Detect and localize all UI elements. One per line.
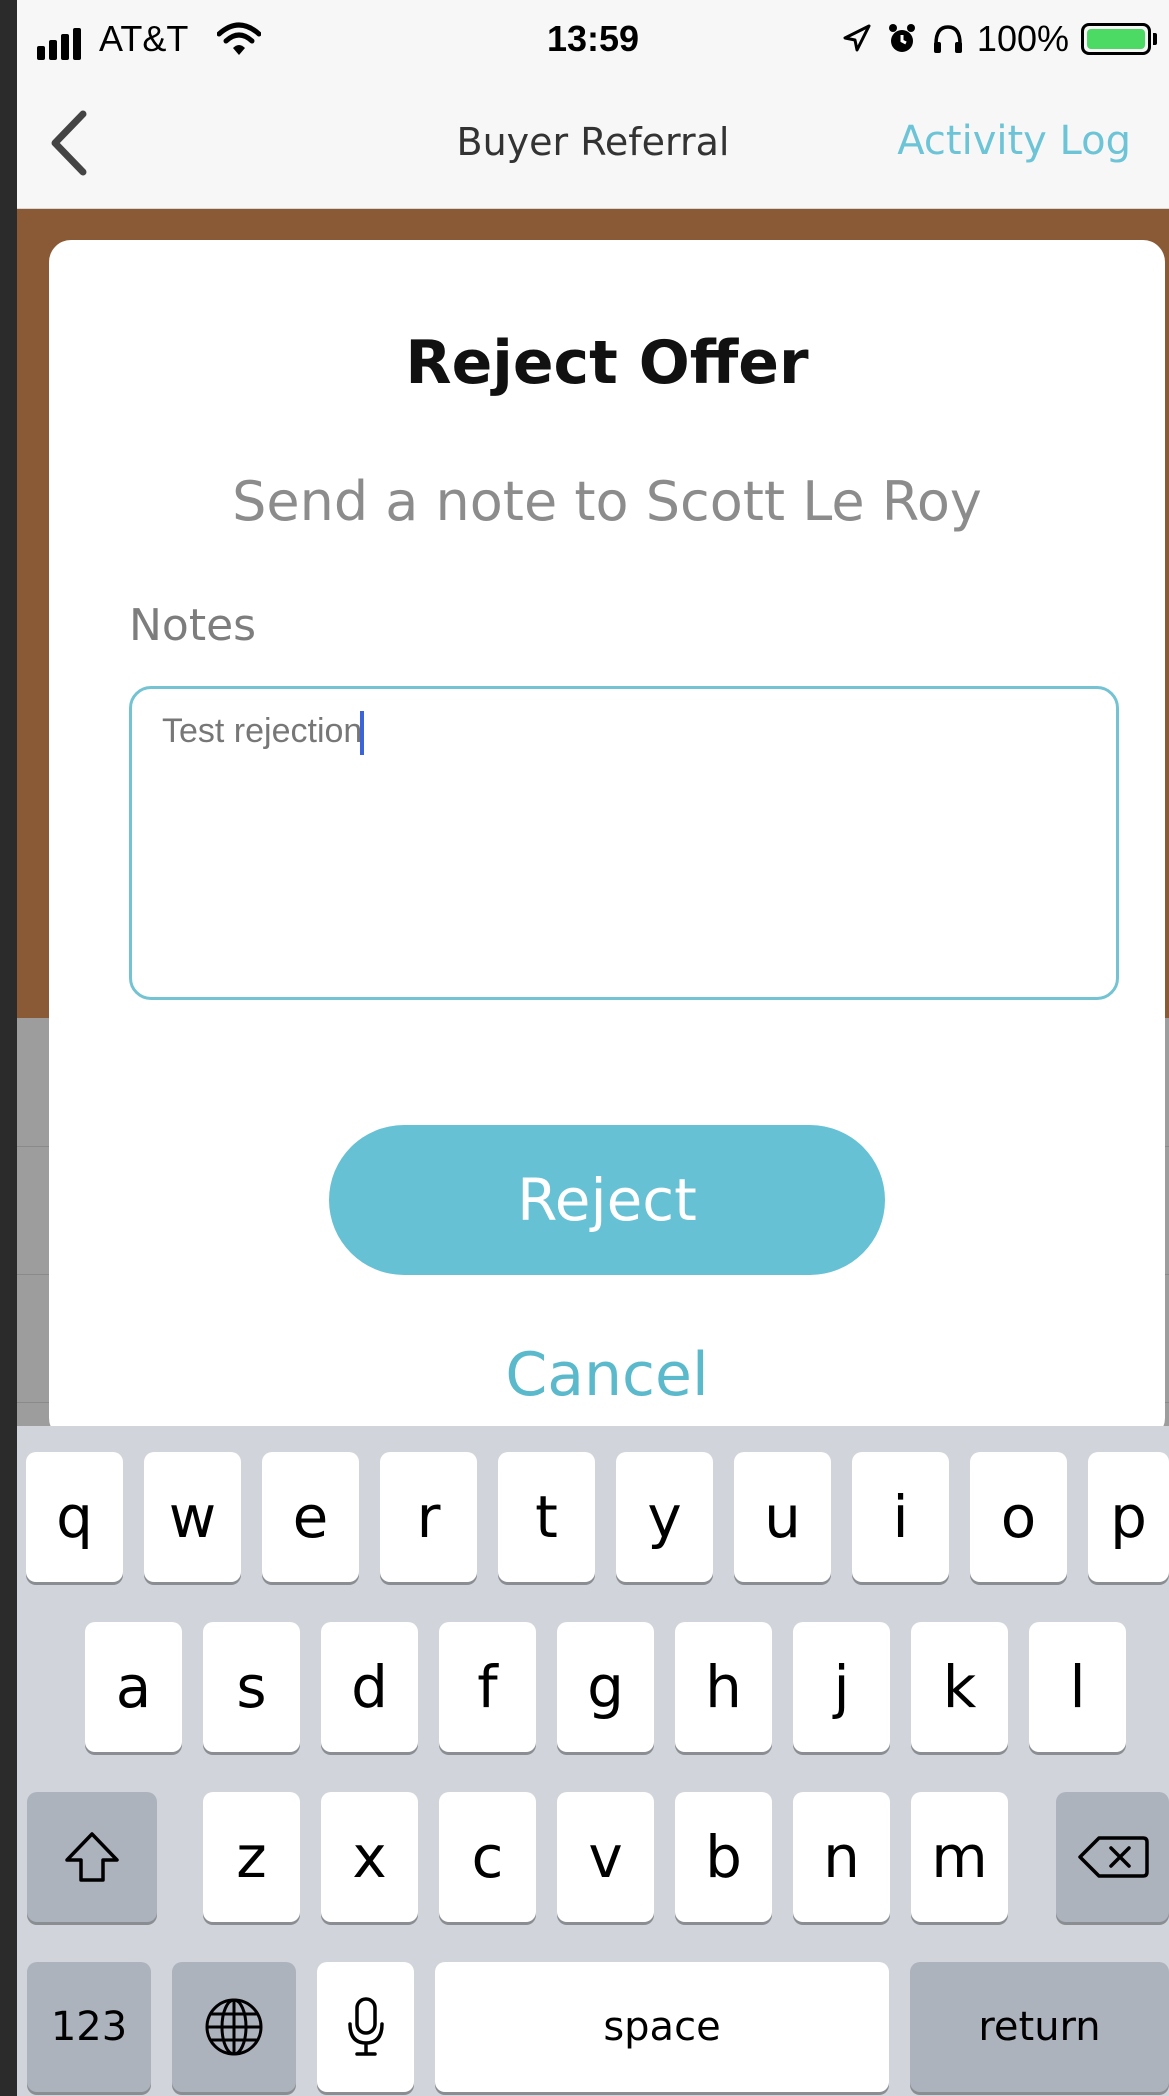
status-bar: AT&T 13:59 100% (17, 0, 1169, 82)
shift-icon (65, 1832, 119, 1882)
globe-key[interactable] (172, 1962, 296, 2092)
cancel-button[interactable]: Cancel (49, 1340, 1165, 1410)
key-h[interactable]: h (675, 1622, 772, 1752)
key-i[interactable]: i (852, 1452, 949, 1582)
key-y[interactable]: y (616, 1452, 713, 1582)
text-cursor (360, 711, 365, 755)
notes-label: Notes (129, 600, 257, 651)
notes-textarea[interactable]: Test rejection (129, 686, 1119, 1000)
key-p[interactable]: p (1088, 1452, 1169, 1582)
key-x[interactable]: x (321, 1792, 418, 1922)
key-k[interactable]: k (911, 1622, 1008, 1752)
notes-value: Test rejection (162, 711, 363, 750)
key-r[interactable]: r (380, 1452, 477, 1582)
modal-title: Reject Offer (405, 328, 809, 398)
key-b[interactable]: b (675, 1792, 772, 1922)
key-g[interactable]: g (557, 1622, 654, 1752)
headphones-icon (933, 25, 962, 53)
key-d[interactable]: d (321, 1622, 418, 1752)
space-key[interactable]: space (435, 1962, 889, 2092)
key-t[interactable]: t (498, 1452, 595, 1582)
return-key[interactable]: return (910, 1962, 1169, 2092)
key-e[interactable]: e (262, 1452, 359, 1582)
key-c[interactable]: c (439, 1792, 536, 1922)
key-n[interactable]: n (793, 1792, 890, 1922)
keyboard: q w e r t y u i o p a s d f g h j k l z … (17, 1426, 1169, 2096)
modal-subtitle: Send a note to Scott Le Roy (232, 470, 982, 533)
key-l[interactable]: l (1029, 1622, 1126, 1752)
key-o[interactable]: o (970, 1452, 1067, 1582)
key-w[interactable]: w (144, 1452, 241, 1582)
location-arrow-icon (843, 24, 871, 52)
microphone-key[interactable] (317, 1962, 414, 2092)
battery-tip (1153, 33, 1157, 45)
key-j[interactable]: j (793, 1622, 890, 1752)
phone-screen: AT&T 13:59 100% Buyer Referral Activity … (17, 0, 1169, 2096)
key-v[interactable]: v (557, 1792, 654, 1922)
key-s[interactable]: s (203, 1622, 300, 1752)
activity-log-link[interactable]: Activity Log (897, 118, 1131, 164)
shift-key[interactable] (27, 1792, 157, 1922)
delete-key[interactable] (1056, 1792, 1169, 1922)
navigation-bar: Buyer Referral Activity Log (17, 82, 1169, 209)
key-f[interactable]: f (439, 1622, 536, 1752)
key-m[interactable]: m (911, 1792, 1008, 1922)
key-a[interactable]: a (85, 1622, 182, 1752)
reject-offer-modal: Reject Offer Send a note to Scott Le Roy… (49, 240, 1165, 1440)
delete-icon (1077, 1836, 1149, 1878)
microphone-icon (347, 1997, 384, 2056)
numbers-key[interactable]: 123 (27, 1962, 151, 2092)
status-right-group: 100% (839, 18, 1157, 60)
battery-icon (1081, 23, 1151, 55)
notes-value-wrapper: Test rejection (162, 711, 365, 755)
key-u[interactable]: u (734, 1452, 831, 1582)
reject-button[interactable]: Reject (329, 1125, 885, 1275)
alarm-icon (888, 24, 915, 52)
battery-percent: 100% (976, 18, 1069, 59)
key-q[interactable]: q (26, 1452, 123, 1582)
key-z[interactable]: z (203, 1792, 300, 1922)
globe-icon (205, 1998, 263, 2056)
